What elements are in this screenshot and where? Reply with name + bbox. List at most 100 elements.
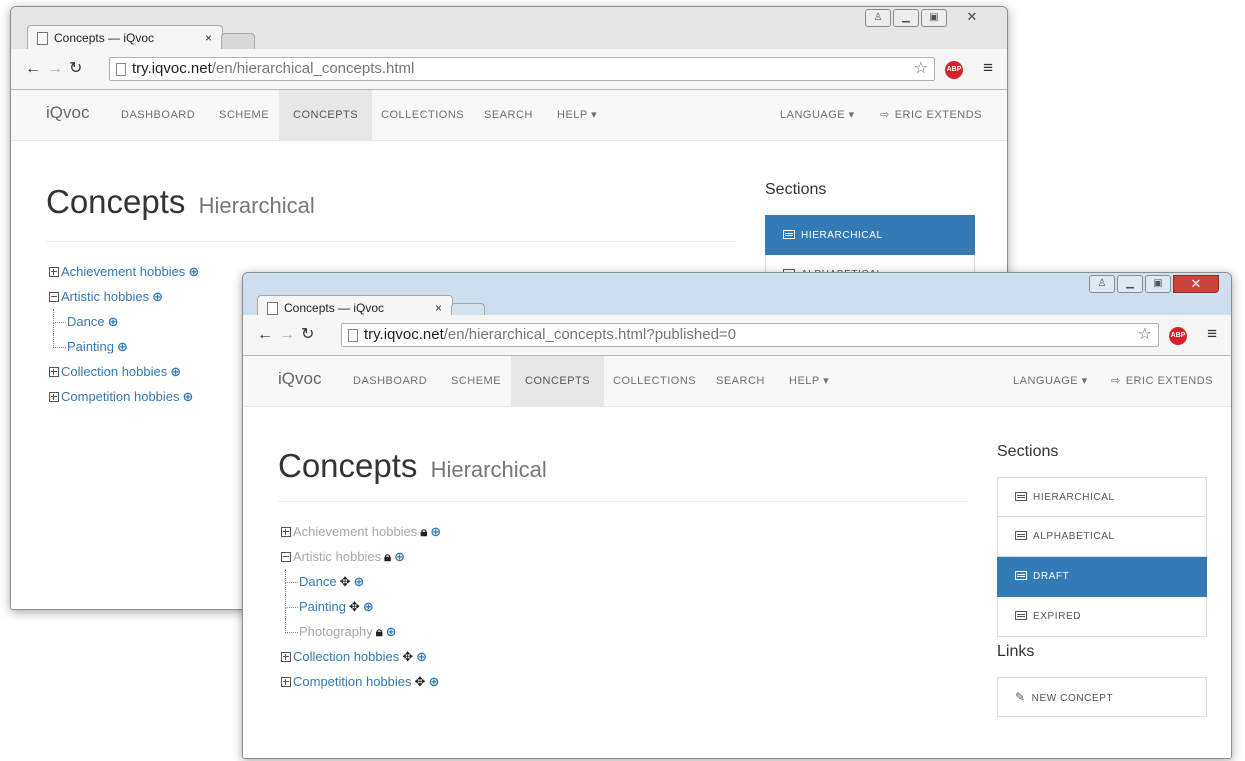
nav-language[interactable]: LANGUAGE ▾ — [1013, 356, 1088, 406]
brand-logo[interactable]: iQvoc — [46, 103, 89, 123]
browser-tab[interactable]: Concepts — iQvoc × — [27, 25, 223, 49]
nav-scheme[interactable]: SCHEME — [451, 356, 501, 406]
nav-dashboard[interactable]: DASHBOARD — [121, 90, 195, 140]
zoom-in-icon[interactable]: ⊕ — [108, 314, 119, 329]
maximize-icon[interactable]: ▣ — [1145, 275, 1171, 293]
bookmark-star-icon[interactable]: ☆ — [1138, 324, 1152, 346]
section-label: ALPHABETICAL — [1033, 531, 1115, 542]
section-hierarchical[interactable]: HIERARCHICAL — [997, 477, 1207, 517]
tab-title: Concepts — iQvoc — [284, 301, 385, 315]
zoom-in-icon[interactable]: ⊕ — [386, 624, 397, 639]
address-bar[interactable]: try.iqvoc.net/en/hierarchical_concepts.h… — [109, 57, 935, 81]
nav-search[interactable]: SEARCH — [484, 90, 533, 140]
expand-icon[interactable] — [281, 527, 291, 537]
close-window-icon[interactable]: ✕ — [949, 9, 995, 27]
nav-help[interactable]: HELP ▾ — [789, 356, 829, 406]
concept-link[interactable]: Achievement hobbies — [293, 524, 417, 539]
maximize-icon[interactable]: ▣ — [921, 9, 947, 27]
move-icon[interactable]: ✥ — [340, 574, 351, 589]
zoom-in-icon[interactable]: ⊕ — [183, 389, 194, 404]
concept-link[interactable]: Artistic hobbies — [61, 289, 149, 304]
nav-search[interactable]: SEARCH — [716, 356, 765, 406]
tab-close-icon[interactable]: × — [205, 26, 212, 50]
user-name: ERIC EXTENDS — [1125, 375, 1214, 387]
concept-link[interactable]: Dance — [67, 314, 105, 329]
adblock-icon[interactable]: ABP — [1169, 327, 1187, 345]
forward-arrow-icon[interactable]: → — [47, 60, 69, 77]
zoom-in-icon[interactable]: ⊕ — [428, 674, 439, 689]
section-label: HIERARCHICAL — [801, 230, 883, 241]
brand-logo[interactable]: iQvoc — [278, 369, 321, 389]
concept-link[interactable]: Competition hobbies — [61, 389, 180, 404]
section-expired[interactable]: EXPIRED — [997, 597, 1207, 637]
menu-icon[interactable]: ≡ — [1207, 324, 1217, 344]
zoom-in-icon[interactable]: ⊕ — [152, 289, 163, 304]
expand-icon[interactable] — [49, 392, 59, 402]
tree-item: Competition hobbies ⊕ — [49, 384, 199, 409]
move-icon[interactable]: ✥ — [402, 649, 413, 664]
new-concept-link[interactable]: ✎ NEW CONCEPT — [997, 677, 1207, 717]
nav-help[interactable]: HELP ▾ — [557, 90, 597, 140]
concept-link[interactable]: Achievement hobbies — [61, 264, 185, 279]
concept-link[interactable]: Artistic hobbies — [293, 549, 381, 564]
zoom-in-icon[interactable]: ⊕ — [117, 339, 128, 354]
section-hierarchical[interactable]: HIERARCHICAL — [765, 215, 975, 255]
expand-icon[interactable] — [49, 367, 59, 377]
concept-link[interactable]: Painting — [299, 599, 346, 614]
bookmark-star-icon[interactable]: ☆ — [914, 58, 928, 80]
window-controls: ♙ ▁ ▣ ✕ — [865, 9, 995, 29]
profile-icon[interactable]: ♙ — [865, 9, 891, 27]
zoom-in-icon[interactable]: ⊕ — [170, 364, 181, 379]
back-arrow-icon[interactable]: ← — [257, 326, 279, 343]
zoom-in-icon[interactable]: ⊕ — [353, 574, 364, 589]
window-frame: Concepts — iQvoc × ♙ ▁ ▣ ✕ ←→↻ try.iqvoc… — [11, 7, 1007, 90]
zoom-in-icon[interactable]: ⊕ — [394, 549, 405, 564]
nav-user[interactable]: ⇨ ERIC EXTENDS — [1111, 356, 1213, 406]
zoom-in-icon[interactable]: ⊕ — [416, 649, 427, 664]
page-icon — [348, 329, 358, 342]
minimize-icon[interactable]: ▁ — [1117, 275, 1143, 293]
address-bar[interactable]: try.iqvoc.net/en/hierarchical_concepts.h… — [341, 323, 1159, 347]
new-tab-button[interactable] — [221, 33, 255, 49]
profile-icon[interactable]: ♙ — [1089, 275, 1115, 293]
collapse-icon[interactable] — [49, 292, 59, 302]
nav-dashboard[interactable]: DASHBOARD — [353, 356, 427, 406]
move-icon[interactable]: ✥ — [415, 674, 426, 689]
nav-scheme[interactable]: SCHEME — [219, 90, 269, 140]
section-alphabetical[interactable]: ALPHABETICAL — [997, 517, 1207, 557]
expand-icon[interactable] — [49, 267, 59, 277]
concept-link[interactable]: Competition hobbies — [293, 674, 412, 689]
section-draft[interactable]: DRAFT — [997, 557, 1207, 597]
forward-arrow-icon[interactable]: → — [279, 326, 301, 343]
menu-icon[interactable]: ≡ — [983, 58, 993, 78]
zoom-in-icon[interactable]: ⊕ — [430, 524, 441, 539]
zoom-in-icon[interactable]: ⊕ — [363, 599, 374, 614]
nav-concepts[interactable]: CONCEPTS — [279, 90, 373, 140]
move-icon[interactable]: ✥ — [349, 599, 360, 614]
concept-link[interactable]: Painting — [67, 339, 114, 354]
concept-link[interactable]: Collection hobbies — [61, 364, 167, 379]
close-window-icon[interactable]: ✕ — [1173, 275, 1219, 293]
concept-link[interactable]: Dance — [299, 574, 337, 589]
zoom-in-icon[interactable]: ⊕ — [188, 264, 199, 279]
reload-icon[interactable]: ↻ — [301, 326, 320, 343]
nav-collections[interactable]: COLLECTIONS — [381, 90, 464, 140]
nav-collections[interactable]: COLLECTIONS — [613, 356, 696, 406]
minimize-icon[interactable]: ▁ — [893, 9, 919, 27]
back-arrow-icon[interactable]: ← — [25, 60, 47, 77]
nav-concepts[interactable]: CONCEPTS — [511, 356, 605, 406]
list-icon — [1015, 571, 1027, 580]
nav-user[interactable]: ⇨ ERIC EXTENDS — [880, 90, 982, 140]
tree-connector — [53, 334, 66, 348]
adblock-icon[interactable]: ABP — [945, 61, 963, 79]
tree-item: Collection hobbies ⊕ — [49, 359, 199, 384]
expand-icon[interactable] — [281, 677, 291, 687]
concept-link[interactable]: Collection hobbies — [293, 649, 399, 664]
expand-icon[interactable] — [281, 652, 291, 662]
nav-language[interactable]: LANGUAGE ▾ — [780, 90, 855, 140]
reload-icon[interactable]: ↻ — [69, 60, 88, 77]
concept-link[interactable]: Photography — [299, 624, 373, 639]
tree-item: Painting ⊕ — [49, 334, 199, 359]
page-title: Concepts Hierarchical — [46, 183, 315, 221]
collapse-icon[interactable] — [281, 552, 291, 562]
